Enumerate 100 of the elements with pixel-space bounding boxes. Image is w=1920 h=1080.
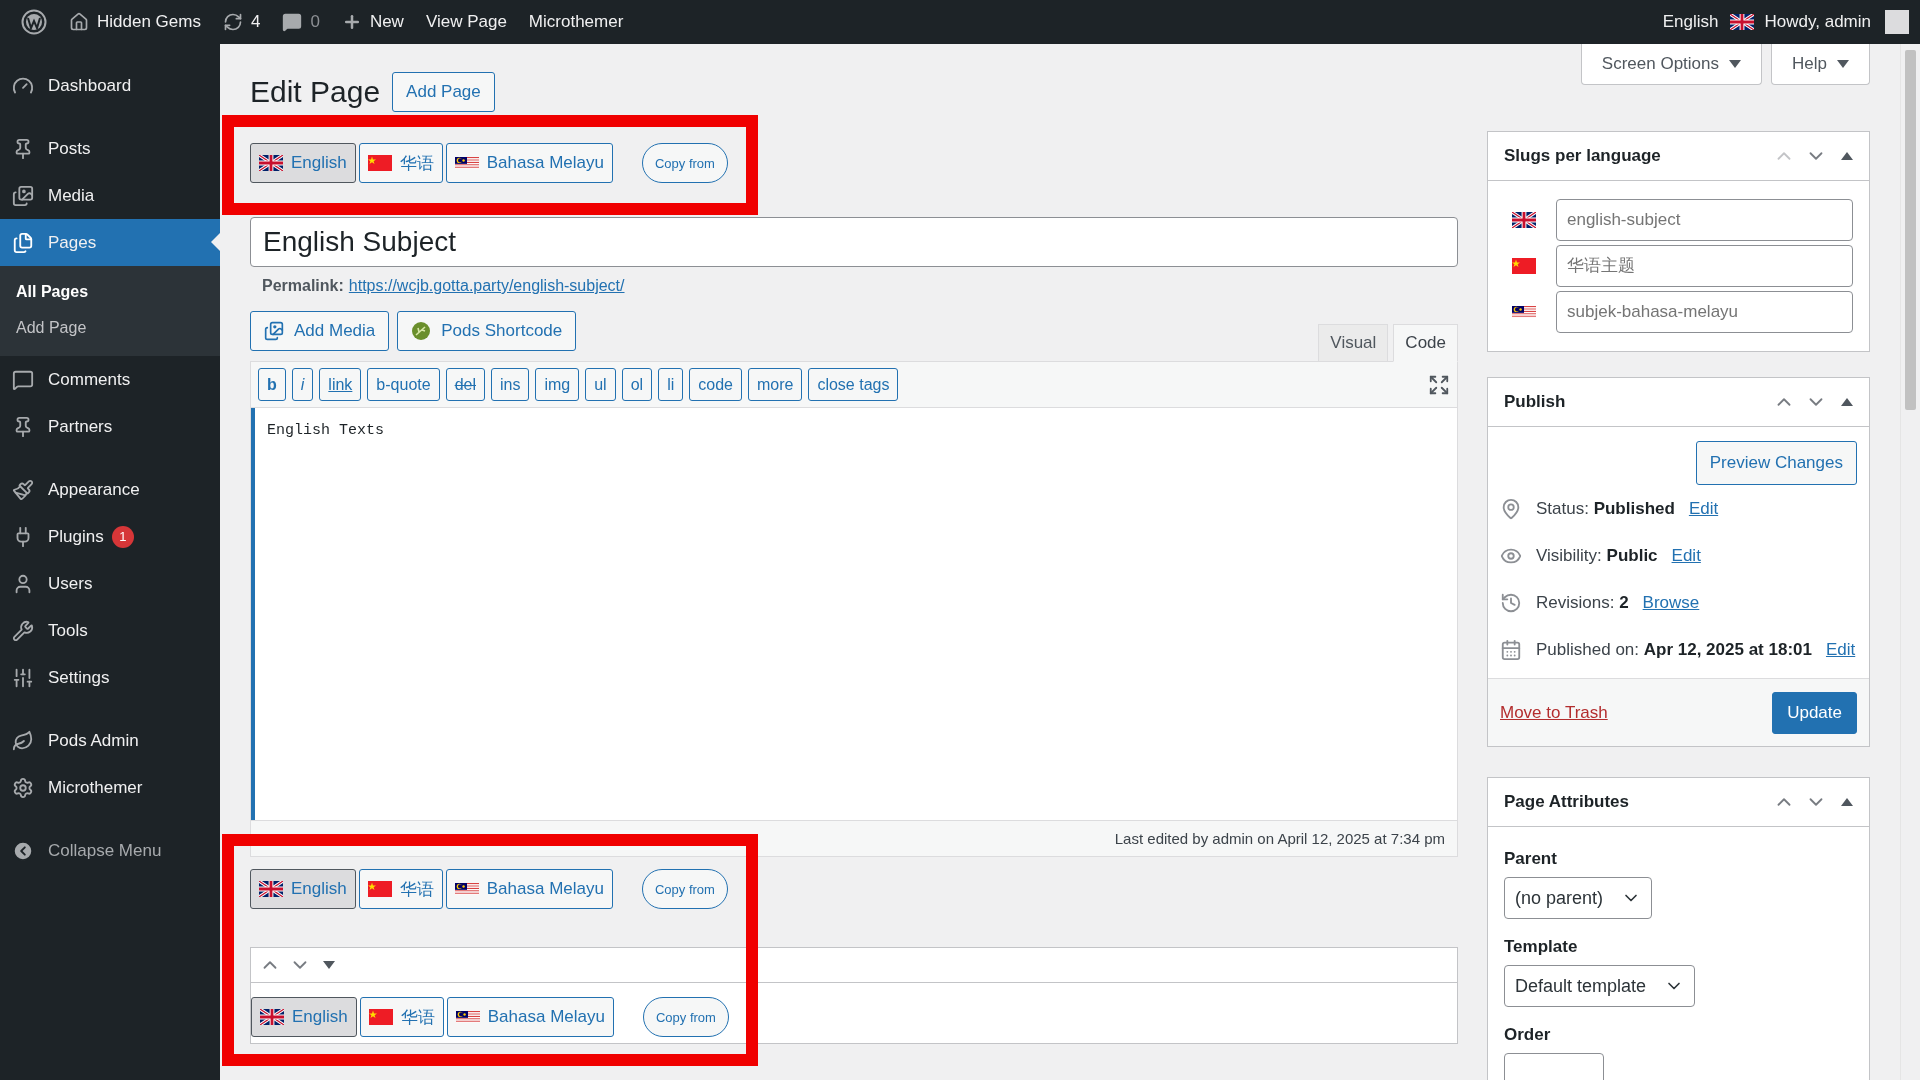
language-tab[interactable]: 华语: [358, 143, 443, 183]
paintbrush-icon: [12, 478, 34, 501]
add-page-button[interactable]: Add Page: [392, 72, 495, 112]
slug-field[interactable]: 华语主题: [1556, 245, 1853, 287]
editor-tab[interactable]: Visual: [1318, 324, 1389, 362]
format-button[interactable]: b-quote: [367, 368, 440, 401]
language-tab[interactable]: Bahasa Melayu: [446, 997, 614, 1037]
edit-link[interactable]: Edit: [1688, 498, 1719, 519]
copy-from-button[interactable]: Copy from: [641, 869, 728, 909]
malaysia-flag-icon: [454, 155, 479, 171]
shortcode-button[interactable]: Pods Shortcode: [397, 311, 577, 351]
language-tab[interactable]: English: [250, 143, 356, 183]
publish-info-text: Published on: Apr 12, 2025 at 18:01: [1536, 639, 1812, 660]
malaysia-flag-icon: [455, 1009, 480, 1025]
panel-title: Publish: [1504, 392, 1567, 412]
china-flag-icon: [1512, 258, 1536, 274]
fullscreen-icon[interactable]: [1428, 373, 1450, 396]
history-icon: [1500, 591, 1522, 614]
add-media-button[interactable]: Add Media: [250, 311, 390, 351]
sidebar-item[interactable]: Media: [0, 172, 220, 219]
trash-link[interactable]: Move to Trash: [1500, 702, 1608, 723]
sidebar-item[interactable]: Comments: [0, 356, 220, 403]
edit-link[interactable]: Edit: [1671, 545, 1701, 566]
update-button[interactable]: Update: [1772, 691, 1857, 734]
language-tab[interactable]: 华语: [358, 869, 443, 909]
screen-meta-tab[interactable]: Screen Options: [1580, 44, 1763, 85]
format-button[interactable]: code: [689, 368, 742, 401]
field-label: Parent: [1504, 849, 1558, 869]
speech-bubble-icon: [282, 12, 303, 32]
format-button[interactable]: close tags: [808, 368, 899, 401]
uk-flag-icon: [260, 1009, 284, 1025]
sidebar-item[interactable]: Appearance: [0, 466, 220, 513]
china-flag-icon: [368, 1009, 393, 1025]
sidebar-item[interactable]: Users: [0, 560, 220, 607]
updates-link[interactable]: 4: [211, 0, 272, 44]
language-tab[interactable]: 华语: [359, 997, 444, 1037]
format-button[interactable]: li: [658, 368, 684, 401]
toolbar-link[interactable]: View Page: [414, 0, 518, 44]
scrollbar[interactable]: [1900, 44, 1920, 1080]
sidebar-item[interactable]: Microthemer: [0, 764, 220, 811]
calendar-icon: [1500, 638, 1522, 661]
collapse-icon: [12, 839, 34, 862]
slug-field[interactable]: english-subject: [1556, 199, 1853, 241]
china-flag-icon: [367, 881, 392, 897]
screen-meta-tab[interactable]: Help: [1771, 44, 1870, 85]
permalink-link[interactable]: https://wcjb.gotta.party/english-subject/: [348, 277, 625, 295]
copy-from-button[interactable]: Copy from: [642, 997, 729, 1037]
sidebar-item[interactable]: Settings: [0, 654, 220, 701]
sidebar-item[interactable]: Pages: [0, 219, 220, 266]
pages-icon: [12, 231, 34, 254]
avatar-icon: [1885, 10, 1909, 34]
uk-flag-icon: [1512, 212, 1536, 228]
media-icon: [264, 321, 284, 341]
field-label: Template: [1504, 937, 1579, 957]
site-name-link[interactable]: Hidden Gems: [58, 0, 212, 44]
wrench-icon: [12, 619, 34, 642]
format-button[interactable]: ol: [621, 368, 653, 401]
sidebar-item[interactable]: Plugins 1: [0, 513, 220, 560]
caret-icon: [1837, 60, 1849, 68]
language-menu[interactable]: English: [1651, 0, 1730, 44]
edit-link[interactable]: Browse: [1642, 592, 1700, 613]
editor-tab[interactable]: Code: [1393, 324, 1458, 362]
edit-link[interactable]: Edit: [1825, 639, 1856, 660]
sidebar-item[interactable]: Pods Admin: [0, 717, 220, 764]
template-select[interactable]: Default template: [1504, 965, 1696, 1007]
parent-select[interactable]: (no parent): [1504, 877, 1653, 919]
language-tab[interactable]: Bahasa Melayu: [445, 143, 613, 183]
sidebar-item[interactable]: Dashboard: [0, 62, 220, 109]
caret-icon: [1729, 60, 1742, 68]
format-button[interactable]: b: [258, 368, 286, 401]
new-content-link[interactable]: New: [330, 0, 415, 44]
preview-button[interactable]: Preview Changes: [1695, 441, 1857, 485]
sidebar-item[interactable]: Posts: [0, 125, 220, 172]
slug-field[interactable]: subjek-bahasa-melayu: [1556, 291, 1853, 333]
format-button[interactable]: link: [319, 368, 362, 401]
toolbar-link[interactable]: Microthemer: [517, 0, 635, 44]
collapse-menu-button[interactable]: Collapse Menu: [0, 827, 220, 874]
sidebar-item[interactable]: Tools: [0, 607, 220, 654]
format-button[interactable]: ul: [585, 368, 616, 401]
comments-link[interactable]: 0: [271, 0, 331, 44]
malaysia-flag-icon: [1512, 304, 1536, 320]
language-tab[interactable]: English: [250, 869, 356, 909]
pin-icon: [1500, 497, 1522, 520]
format-button[interactable]: img: [535, 368, 580, 401]
uk-flag-icon: [259, 155, 283, 171]
format-button[interactable]: ins: [491, 368, 530, 401]
copy-from-button[interactable]: Copy from: [641, 143, 728, 183]
field-label: Order: [1504, 1025, 1552, 1045]
format-button[interactable]: more: [747, 368, 803, 401]
china-flag-icon: [367, 155, 392, 171]
format-button[interactable]: i: [291, 368, 314, 401]
submenu-item[interactable]: Add Page: [0, 310, 220, 346]
sidebar-item[interactable]: Partners: [0, 403, 220, 450]
language-tab[interactable]: English: [251, 997, 357, 1037]
account-menu[interactable]: Howdy, admin: [1753, 0, 1920, 44]
language-tab[interactable]: Bahasa Melayu: [445, 869, 613, 909]
title-field[interactable]: English Subject: [250, 217, 1458, 267]
format-button[interactable]: del: [445, 368, 485, 401]
submenu-item[interactable]: All Pages: [0, 274, 220, 310]
leaf-badge-icon: [411, 321, 432, 341]
